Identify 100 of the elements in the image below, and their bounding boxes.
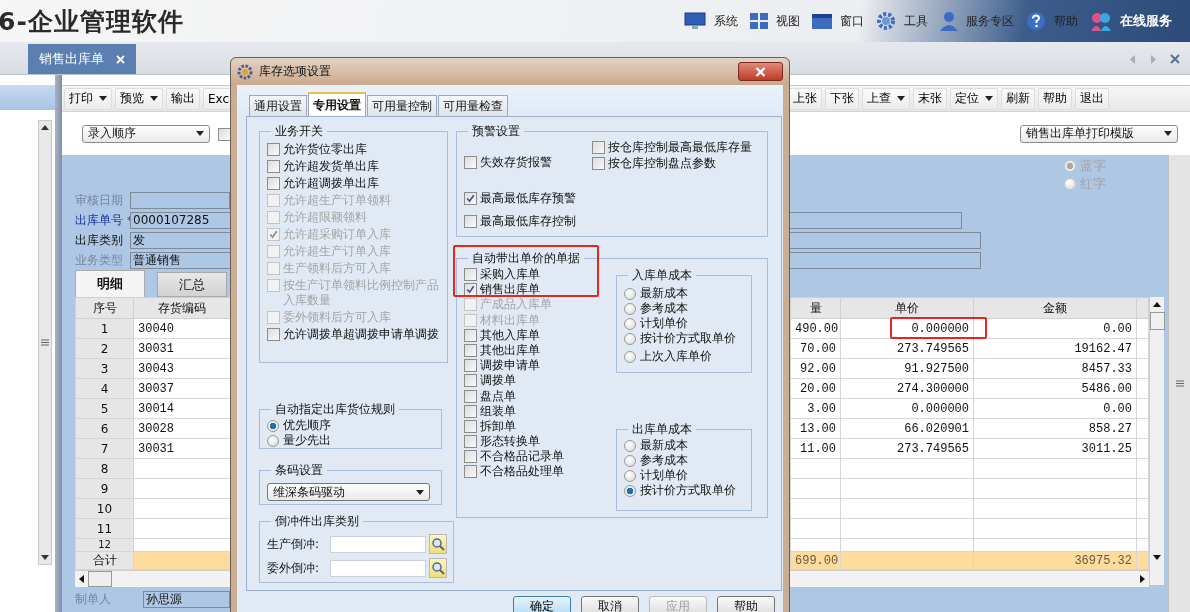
input-field[interactable]: 孙思源	[143, 591, 230, 608]
checkbox[interactable]	[267, 160, 280, 173]
toolbar-button[interactable]: 上查	[862, 87, 910, 110]
input-field[interactable]	[130, 191, 230, 209]
checkbox[interactable]	[464, 389, 477, 403]
grip-icon[interactable]	[41, 339, 49, 346]
checkbox[interactable]	[464, 328, 477, 342]
radio-button[interactable]	[1064, 178, 1076, 190]
document-tab[interactable]: 销售出库单	[28, 44, 136, 74]
radio-button[interactable]	[624, 332, 636, 345]
checkbox[interactable]	[267, 177, 280, 190]
menu-item[interactable]: 窗口	[840, 12, 864, 30]
settings-tab[interactable]: 可用量检查	[438, 95, 508, 116]
column-header[interactable]: 存货编码	[133, 297, 231, 319]
radio-button[interactable]	[1064, 160, 1076, 172]
radio-button[interactable]	[624, 469, 636, 482]
detail-tab[interactable]: 明细	[75, 270, 145, 297]
scroll-up-icon[interactable]	[41, 125, 49, 130]
checkbox[interactable]	[592, 157, 605, 170]
checkbox[interactable]	[464, 450, 477, 464]
help-icon[interactable]	[1026, 11, 1046, 31]
scroll-left-icon[interactable]	[79, 575, 84, 583]
checkbox[interactable]	[464, 359, 477, 373]
field-label: 审核日期	[75, 191, 124, 209]
toolbar-button[interactable]: 预览	[115, 87, 163, 110]
checkbox[interactable]	[464, 192, 477, 205]
vertical-scrollbar[interactable]	[38, 120, 52, 565]
radio-button[interactable]	[624, 484, 636, 497]
menu-item[interactable]: 工具	[904, 12, 928, 30]
search-button[interactable]	[429, 534, 447, 554]
checkbox[interactable]	[464, 374, 477, 388]
checkbox[interactable]	[464, 343, 477, 357]
scroll-thumb[interactable]	[1149, 312, 1165, 330]
barcode-dropdown[interactable]: 维深条码驱动	[267, 483, 430, 501]
monitor-icon[interactable]	[684, 12, 706, 30]
radio-button[interactable]	[624, 350, 636, 363]
column-header[interactable]: 序号	[75, 297, 134, 319]
people-icon[interactable]	[1090, 11, 1112, 31]
menu-item[interactable]: 在线服务	[1120, 12, 1172, 30]
gear-icon[interactable]	[876, 11, 896, 31]
input-field[interactable]	[330, 559, 426, 577]
scroll-up-icon[interactable]	[1153, 302, 1161, 307]
required-marker: *	[127, 214, 132, 226]
radio-button[interactable]	[624, 439, 636, 452]
checkbox[interactable]	[464, 465, 477, 479]
settings-tab[interactable]: 通用设置	[249, 95, 307, 116]
dialog-button[interactable]: 帮助	[717, 596, 775, 612]
sort-dropdown[interactable]: 录入顺序	[82, 124, 210, 143]
toolbar-button[interactable]: 退出	[1075, 87, 1109, 110]
radio-button[interactable]	[267, 434, 279, 447]
search-button[interactable]	[429, 558, 447, 578]
scroll-down-icon[interactable]	[41, 555, 49, 560]
checkbox[interactable]	[267, 328, 280, 341]
radio-button[interactable]	[267, 419, 279, 432]
menu-item[interactable]: 系统	[714, 12, 738, 30]
dialog-button[interactable]: 取消	[581, 596, 639, 612]
close-icon[interactable]	[1170, 54, 1180, 64]
scroll-right-icon[interactable]	[1140, 575, 1145, 583]
right-arrow-icon[interactable]	[1150, 54, 1156, 64]
close-button[interactable]	[738, 62, 783, 81]
scroll-down-icon[interactable]	[1153, 555, 1161, 560]
checkbox[interactable]	[267, 143, 280, 156]
checkbox[interactable]	[464, 156, 477, 169]
checkbox[interactable]	[592, 141, 605, 154]
person-icon[interactable]	[940, 11, 958, 31]
column-header[interactable]: 量	[790, 297, 841, 319]
checkbox[interactable]	[464, 268, 477, 281]
toolbar-button[interactable]: 定位	[950, 87, 998, 110]
settings-tab[interactable]: 专用设置	[308, 92, 366, 116]
toolbar-button[interactable]: 下张	[825, 87, 859, 110]
toolbar-button[interactable]: 上张	[788, 87, 822, 110]
toolbar-button[interactable]: 帮助	[1038, 87, 1072, 110]
grid-icon[interactable]	[750, 13, 768, 29]
toolbar-button[interactable]: 刷新	[1001, 87, 1035, 110]
checkbox[interactable]	[464, 419, 477, 433]
vertical-scrollbar[interactable]	[1168, 155, 1190, 612]
window-icon[interactable]	[812, 13, 832, 29]
toolbar-button[interactable]: 打印	[64, 87, 112, 110]
toolbar-button[interactable]: 末张	[913, 87, 947, 110]
toolbar-button[interactable]: 输出	[166, 87, 200, 110]
checkbox[interactable]	[464, 215, 477, 228]
input-field[interactable]	[330, 535, 426, 553]
column-header[interactable]: 金额	[973, 297, 1137, 319]
detail-tab[interactable]: 汇总	[157, 272, 227, 297]
checkbox[interactable]	[464, 404, 477, 418]
radio-button[interactable]	[624, 317, 636, 330]
settings-tab[interactable]: 可用量控制	[367, 95, 437, 116]
left-arrow-icon[interactable]	[1130, 54, 1136, 64]
checkbox[interactable]	[464, 435, 477, 449]
menu-item[interactable]: 视图	[776, 12, 800, 30]
column-header[interactable]: 单价	[840, 297, 974, 319]
vertical-scrollbar[interactable]	[1149, 297, 1164, 585]
radio-button[interactable]	[624, 287, 636, 300]
menu-item[interactable]: 服务专区	[966, 12, 1014, 30]
dialog-button[interactable]: 确定	[513, 596, 571, 612]
grip-icon[interactable]	[1175, 380, 1184, 387]
scroll-thumb[interactable]	[88, 571, 112, 587]
template-dropdown[interactable]: 销售出库单打印模版	[1020, 124, 1178, 143]
radio-button[interactable]	[624, 454, 636, 467]
radio-button[interactable]	[624, 302, 636, 315]
